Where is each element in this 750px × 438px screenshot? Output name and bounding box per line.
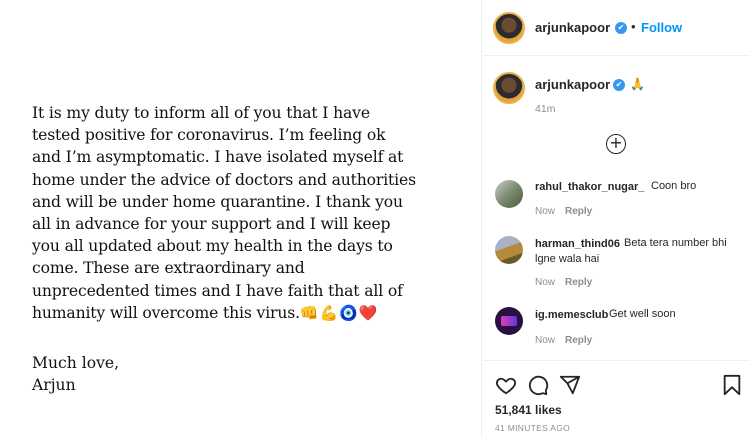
comment-text: Beta tera number bhi	[624, 237, 727, 249]
author-avatar[interactable]	[493, 12, 525, 44]
action-bar: 51,841 likes 41 MINUTES AGO	[483, 360, 750, 438]
heart-icon[interactable]	[495, 374, 517, 396]
follow-button[interactable]: Follow	[641, 20, 682, 35]
like-count[interactable]: 51,841 likes	[495, 403, 562, 417]
post-signoff: Much love, Arjun	[32, 352, 119, 396]
signoff-line-1: Much love,	[32, 354, 120, 372]
commenter-avatar[interactable]	[495, 307, 523, 335]
meme-logo	[501, 316, 517, 326]
commenter-avatar[interactable]	[495, 236, 523, 264]
signoff-line-2: Arjun	[32, 376, 76, 395]
caption-emoji: 🙏	[630, 77, 645, 91]
comment-username[interactable]: ig.memesclub	[535, 309, 608, 321]
reply-button[interactable]: Reply	[565, 335, 592, 346]
comment-username[interactable]: rahul_thakor_nugar_	[535, 181, 644, 193]
plus-circle-icon[interactable]: +	[606, 134, 626, 154]
comment-time: Now	[535, 206, 556, 217]
comment-icon[interactable]	[527, 374, 549, 396]
post-emoji: 👊💪🧿❤️	[299, 303, 379, 322]
comment-text-line-2: lgne wala hai	[535, 253, 600, 265]
caption-time: 41m	[535, 103, 556, 115]
reply-button[interactable]: Reply	[565, 206, 592, 217]
comment-time: Now	[535, 277, 556, 288]
comment-text: Coon bro	[651, 180, 697, 192]
separator-dot: •	[631, 19, 636, 34]
author-username[interactable]: arjunkapoor	[535, 20, 610, 35]
reply-button[interactable]: Reply	[565, 277, 592, 288]
bookmark-icon[interactable]	[721, 374, 743, 396]
caption-avatar[interactable]	[493, 72, 525, 104]
caption-username[interactable]: arjunkapoor	[535, 77, 610, 92]
comment-text: Get well soon	[609, 308, 676, 320]
post-timestamp: 41 MINUTES AGO	[495, 423, 571, 433]
caption-verified-icon: ✔	[613, 79, 625, 91]
comment-username[interactable]: harman_thind06	[535, 238, 620, 250]
post-sidebar: arjunkapoor ✔ • Follow arjunkapoor ✔ 🙏 4…	[483, 0, 750, 438]
verified-icon: ✔	[615, 22, 627, 34]
post-body-text: It is my duty to inform all of you that …	[32, 104, 416, 322]
commenter-avatar[interactable]	[495, 180, 523, 208]
post-image: It is my duty to inform all of you that …	[0, 0, 482, 438]
share-icon[interactable]	[559, 374, 581, 396]
post-header: arjunkapoor ✔ • Follow	[483, 0, 750, 56]
comment-time: Now	[535, 335, 556, 346]
